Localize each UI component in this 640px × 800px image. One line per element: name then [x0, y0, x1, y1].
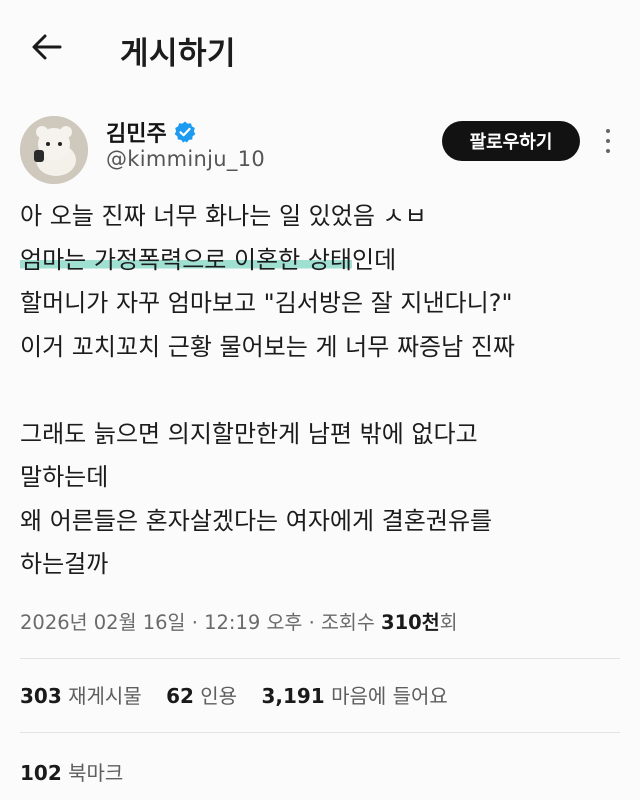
tweet-line: 이거 꼬치꼬치 근황 물어보는 게 너무 짜증남 진짜 [20, 332, 516, 361]
tweet-line: 아 오늘 진짜 너무 화나는 일 있었음 ㅅㅂ [20, 202, 427, 230]
meta-separator: · [308, 611, 315, 634]
follow-button[interactable]: 팔로우하기 [442, 121, 580, 161]
bookmarks-stat[interactable]: 102 북마크 [20, 757, 123, 786]
top-bar: 게시하기 [0, 0, 640, 96]
reposts-label: 재게시물 [68, 684, 142, 708]
views-count: 310천 [381, 611, 440, 634]
likes-label: 마음에 들어요 [331, 684, 448, 708]
tweet-meta: 2026년 02월 16일 · 12:19 오후 · 조회수 310천회 [20, 606, 458, 635]
engagement-stats: 303 재게시물 62 인용 3,191 마음에 들어요 [20, 680, 466, 709]
views-suffix: 회 [439, 611, 458, 634]
bookmarks-count: 102 [20, 761, 62, 785]
author-name[interactable]: 김민주 [106, 116, 167, 148]
tweet-line: 그래도 늙으면 의지할만한게 남편 밖에 없다고 [20, 419, 478, 448]
back-arrow-icon[interactable] [30, 32, 64, 62]
tweet-text: 아 오늘 진짜 너무 화나는 일 있었음 ㅅㅂ 엄마는 가정폭력으로 이혼한 상… [20, 195, 630, 587]
tweet-line: 말하는데 [20, 463, 109, 491]
verified-badge-icon [173, 120, 197, 144]
reposts-count: 303 [20, 684, 62, 708]
tweet-date[interactable]: 2026년 02월 16일 [20, 611, 185, 634]
tweet-line-rest: 인데 [352, 245, 397, 274]
avatar[interactable] [20, 116, 88, 184]
tweet-line: 엄마는 가정폭력으로 이혼한 상태인데 [20, 239, 630, 283]
tweet-line: 왜 어른들은 혼자살겠다는 여자에게 결혼권유를 [20, 506, 493, 535]
reposts-stat[interactable]: 303 재게시물 [20, 684, 142, 708]
likes-count: 3,191 [261, 684, 325, 708]
meta-separator: · [191, 611, 198, 634]
highlighted-text: 엄마는 가정폭력으로 이혼한 상태 [20, 245, 353, 274]
tweet-time[interactable]: 12:19 오후 [204, 611, 302, 634]
likes-stat[interactable]: 3,191 마음에 들어요 [261, 684, 447, 708]
author-handle[interactable]: @kimminju_10 [106, 147, 265, 171]
bookmarks-label: 북마크 [68, 761, 124, 785]
quotes-label: 인용 [200, 684, 238, 708]
more-options-icon[interactable] [598, 126, 618, 156]
author-name-row[interactable]: 김민주 [106, 116, 197, 148]
divider [20, 732, 620, 733]
tweet-line: 하는걸까 [20, 550, 109, 578]
quotes-stat[interactable]: 62 인용 [166, 684, 237, 708]
page-title: 게시하기 [120, 36, 237, 72]
views-label: 조회수 [320, 611, 375, 634]
quotes-count: 62 [166, 684, 194, 708]
tweet-line: 할머니가 자꾸 엄마보고 "김서방은 잘 지낸다니?" [20, 289, 513, 317]
divider [20, 658, 620, 659]
